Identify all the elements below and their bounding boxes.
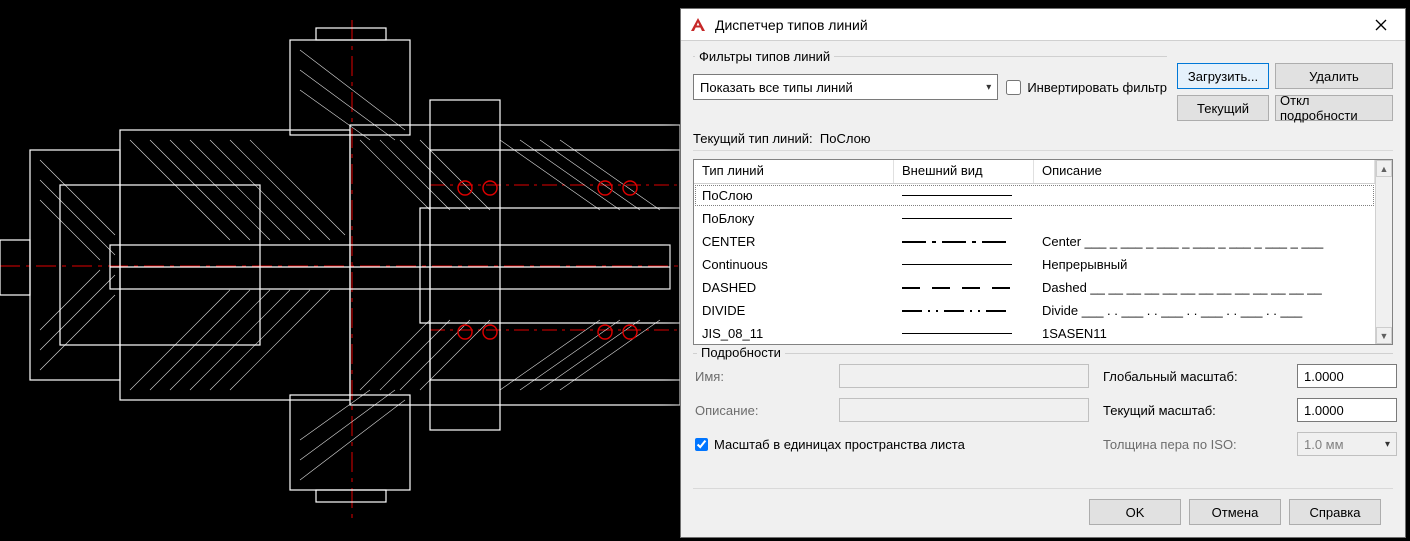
cell-appearance [894, 218, 1034, 219]
invert-filter-checkbox-wrap[interactable]: Инвертировать фильтр [1006, 80, 1167, 95]
invert-filter-label: Инвертировать фильтр [1027, 80, 1167, 95]
cell-description: Dashed __ __ __ __ __ __ __ __ __ __ __ … [1034, 280, 1375, 295]
table-row[interactable]: ПоСлою [694, 184, 1375, 207]
toggle-details-button[interactable]: Откл подробности [1275, 95, 1393, 121]
current-linetype-row: Текущий тип линий: ПоСлою [693, 127, 1393, 151]
global-scale-label: Глобальный масштаб: [1103, 369, 1283, 384]
scroll-track[interactable] [1376, 177, 1392, 327]
col-appearance[interactable]: Внешний вид [894, 160, 1034, 183]
details-fieldset: Имя: Глобальный масштаб: Описание: Текущ… [693, 353, 1393, 460]
table-row[interactable]: Continuous Непрерывный [694, 253, 1375, 276]
table-scrollbar[interactable]: ▲ ▼ [1375, 160, 1392, 344]
close-button[interactable] [1359, 10, 1403, 40]
cell-description: Center ___ _ ___ _ ___ _ ___ _ ___ _ ___… [1034, 234, 1375, 249]
linetype-manager-dialog: Диспетчер типов линий Фильтры типов лини… [680, 8, 1406, 538]
details-desc-input [839, 398, 1089, 422]
delete-button[interactable]: Удалить [1275, 63, 1393, 89]
current-linetype-label: Текущий тип линий: [693, 131, 813, 146]
cell-appearance [894, 241, 1034, 243]
ok-button[interactable]: OK [1089, 499, 1181, 525]
cell-name: ПоБлоку [694, 211, 894, 226]
current-scale-label: Текущий масштаб: [1103, 403, 1283, 418]
filter-dropdown-value: Показать все типы линий [700, 80, 853, 95]
dialog-footer: OK Отмена Справка [693, 488, 1393, 537]
chevron-down-icon: ▾ [986, 82, 991, 93]
cell-name: ПоСлою [694, 188, 894, 203]
cell-description: Divide ___ . . ___ . . ___ . . ___ . . _… [1034, 303, 1375, 318]
filter-dropdown[interactable]: Показать все типы линий ▾ [693, 74, 998, 100]
autocad-icon [689, 16, 707, 34]
table-row[interactable]: DIVIDE Divide ___ . . ___ . . ___ . . ___… [694, 299, 1375, 322]
cell-name: Continuous [694, 257, 894, 272]
global-scale-input[interactable] [1297, 364, 1397, 388]
cad-drawing-area [0, 0, 680, 538]
table-row[interactable]: JIS_08_11 1SASEN11 [694, 322, 1375, 344]
dialog-titlebar[interactable]: Диспетчер типов линий [681, 9, 1405, 41]
cell-appearance [894, 264, 1034, 265]
table-header[interactable]: Тип линий Внешний вид Описание [694, 160, 1375, 184]
cell-appearance [894, 287, 1034, 289]
cell-appearance [894, 310, 1034, 312]
cell-appearance [894, 195, 1034, 196]
col-description[interactable]: Описание [1034, 160, 1375, 183]
paperspace-units-label: Масштаб в единицах пространства листа [714, 437, 965, 452]
paperspace-units-checkbox[interactable] [695, 438, 708, 451]
cancel-button[interactable]: Отмена [1189, 499, 1281, 525]
details-name-label: Имя: [695, 369, 825, 384]
scroll-down-icon[interactable]: ▼ [1376, 327, 1392, 344]
invert-filter-checkbox[interactable] [1006, 80, 1021, 95]
help-button[interactable]: Справка [1289, 499, 1381, 525]
details-desc-label: Описание: [695, 403, 825, 418]
dialog-title: Диспетчер типов линий [715, 17, 1359, 33]
pen-width-dropdown: 1.0 мм ▾ [1297, 432, 1397, 456]
details-name-input [839, 364, 1089, 388]
table-row[interactable]: DASHED Dashed __ __ __ __ __ __ __ __ __ … [694, 276, 1375, 299]
cell-name: DASHED [694, 280, 894, 295]
load-button[interactable]: Загрузить... [1177, 63, 1269, 89]
cell-description: Непрерывный [1034, 257, 1375, 272]
pen-width-label: Толщина пера по ISO: [1103, 437, 1283, 452]
cell-name: JIS_08_11 [694, 326, 894, 341]
table-row[interactable]: CENTER Center ___ _ ___ _ ___ _ ___ _ ___… [694, 230, 1375, 253]
table-row[interactable]: ПоБлоку [694, 207, 1375, 230]
cell-appearance [894, 333, 1034, 334]
chevron-down-icon: ▾ [1385, 439, 1390, 450]
filters-fieldset: Фильтры типов линий Показать все типы ли… [693, 49, 1167, 121]
cell-name: DIVIDE [694, 303, 894, 318]
current-scale-input[interactable] [1297, 398, 1397, 422]
paperspace-units-checkbox-wrap[interactable]: Масштаб в единицах пространства листа [695, 437, 1089, 452]
pen-width-value: 1.0 мм [1304, 437, 1344, 452]
filters-legend: Фильтры типов линий [695, 49, 834, 64]
scroll-up-icon[interactable]: ▲ [1376, 160, 1392, 177]
linetype-table[interactable]: Тип линий Внешний вид Описание ПоСлою ПоБ… [693, 159, 1393, 345]
current-linetype-value: ПоСлою [820, 131, 871, 146]
cell-name: CENTER [694, 234, 894, 249]
current-button[interactable]: Текущий [1177, 95, 1269, 121]
col-linetype[interactable]: Тип линий [694, 160, 894, 183]
cell-description: 1SASEN11 [1034, 326, 1375, 341]
